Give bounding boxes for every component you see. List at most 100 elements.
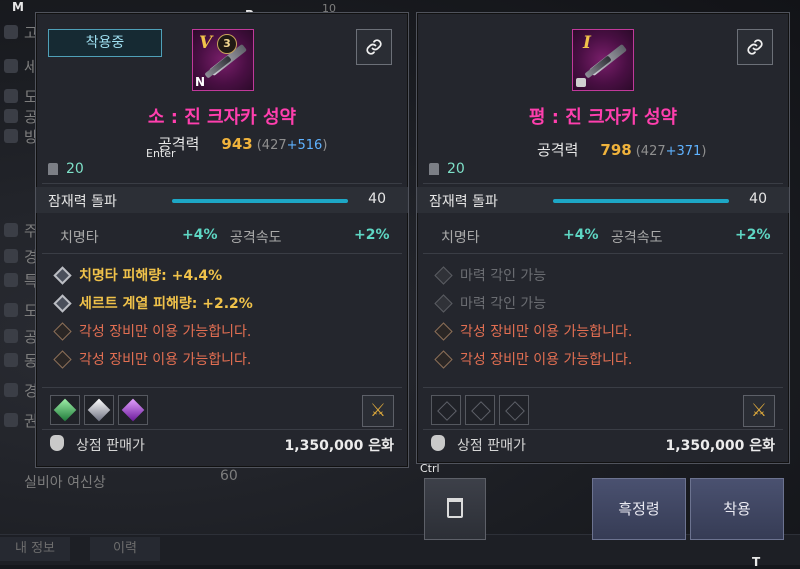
transcend-label: 잠재력 돌파 (429, 194, 498, 210)
purple-crystal-icon (121, 398, 145, 422)
bg-menu-icon (4, 89, 18, 103)
divider (42, 429, 402, 430)
black-spirit-button[interactable]: 흑정령 (592, 478, 686, 540)
crystal-slots (431, 395, 529, 425)
hotkey-m: M (12, 0, 24, 14)
attack-bonus: +371 (665, 144, 702, 159)
tier-label: V (199, 33, 213, 53)
bg-menu-icon (4, 383, 18, 397)
bg-silvia-value: 60 (220, 468, 238, 484)
hotkey-ctrl: Ctrl (420, 462, 440, 475)
weight-icon (429, 163, 439, 175)
option-text: 치명타 피해량: +4.4% (79, 268, 223, 284)
weapon-icon-detail (584, 55, 612, 79)
link-icon (747, 39, 763, 55)
hotkey-enter: Enter (146, 147, 176, 160)
crystal-slot[interactable] (465, 395, 495, 425)
bg-menu-icon (4, 249, 18, 263)
stat-atkspd-value: +2% (354, 227, 390, 243)
option-line: 각성 장비만 이용 가능합니다. (53, 321, 252, 341)
divider (42, 253, 402, 254)
option-line: 세르트 계열 피해량: +2.2% (53, 293, 253, 313)
crystal-slot[interactable] (50, 395, 80, 425)
divider (423, 429, 783, 430)
crossed-swords-icon[interactable]: ⚔ (362, 395, 394, 427)
stat-crit-value: +4% (563, 227, 599, 243)
price-label: 상점 판매가 (457, 438, 526, 454)
attack-row: 공격력 943 (427+516) (158, 133, 327, 154)
item-icon[interactable]: I (572, 29, 634, 91)
attack-bonus: +516 (286, 138, 323, 153)
crystal-slot[interactable] (499, 395, 529, 425)
option-line: 치명타 피해량: +4.4% (53, 265, 223, 285)
transcend-label: 잠재력 돌파 (48, 194, 117, 210)
money-bag-icon (50, 435, 64, 451)
weight-value: 20 (66, 161, 84, 177)
bg-menu-icon (4, 303, 18, 317)
option-text: 세르트 계열 피해량: +2.2% (79, 296, 253, 312)
attack-label: 공격력 (537, 141, 579, 159)
bg-silvia-label: 실비아 여신상 (24, 475, 106, 491)
weight-row: 20 (48, 161, 84, 177)
divider (423, 387, 783, 388)
transcend-value: 40 (368, 191, 386, 207)
crystal-slots (50, 395, 148, 425)
option-text: 각성 장비만 이용 가능합니다. (79, 324, 252, 340)
option-line: 마력 각인 가능 (434, 293, 547, 313)
crystal-slot[interactable] (431, 395, 461, 425)
attack-breakdown: (427+516) (256, 138, 328, 153)
item-name: 평 : 진 크자카 성약 (528, 107, 678, 128)
attack-base: 427 (640, 144, 666, 159)
divider (42, 387, 402, 388)
engrave-socket-icon (434, 293, 453, 313)
option-line: 마력 각인 가능 (434, 265, 546, 285)
link-button[interactable] (737, 29, 773, 65)
empty-socket-icon (53, 321, 72, 341)
divider (423, 253, 783, 254)
attack-value: 798 (600, 141, 632, 159)
transcend-bar (172, 199, 348, 203)
trash-icon (447, 498, 463, 518)
price-label: 상점 판매가 (76, 438, 145, 454)
bg-menu-icon (4, 413, 18, 427)
lock-icon (576, 78, 586, 87)
crystal-socket-icon (53, 265, 72, 285)
crystal-slot[interactable] (84, 395, 114, 425)
stat-atkspd-label: 공격속도 (230, 230, 282, 246)
equip-button[interactable]: 착용 (690, 478, 784, 540)
bg-menu-icon (4, 329, 18, 343)
green-crystal-icon (53, 398, 77, 422)
empty-gem-icon (471, 401, 491, 421)
bg-tab-history[interactable]: 이력 (90, 537, 160, 561)
option-line: 각성 장비만 이용 가능합니다. (434, 321, 633, 341)
tier-label: I (583, 33, 591, 53)
bg-tab-myinfo[interactable]: 내 정보 (0, 537, 70, 561)
hotkey-t: T (752, 555, 761, 569)
tooltip-equipped: 착용중 V 3 N 소 : 진 크자카 성약 공격력 943 (427+516) 2… (35, 12, 409, 468)
option-text: 마력 각인 가능 (460, 296, 547, 312)
crossed-swords-icon[interactable]: ⚔ (743, 395, 775, 427)
bg-menu-icon (4, 273, 18, 287)
attack-row: 공격력 798 (427+371) (537, 139, 706, 160)
item-icon[interactable]: V 3 N (192, 29, 254, 91)
price-value: 1,350,000 은화 (665, 438, 775, 454)
stat-atkspd-value: +2% (735, 227, 771, 243)
option-text: 각성 장비만 이용 가능합니다. (79, 352, 252, 368)
stat-crit-label: 치명타 (60, 230, 99, 246)
crystal-socket-icon (53, 293, 72, 313)
weight-icon (48, 163, 58, 175)
crystal-slot[interactable] (118, 395, 148, 425)
attack-base: 427 (261, 138, 287, 153)
engrave-socket-icon (434, 265, 453, 285)
stat-crit-value: +4% (182, 227, 218, 243)
empty-socket-icon (53, 349, 72, 369)
delete-button[interactable] (424, 478, 486, 540)
weapon-icon-detail (204, 55, 232, 79)
transcend-bar (553, 199, 729, 203)
stat-crit-label: 치명타 (441, 230, 480, 246)
transcend-value: 40 (749, 191, 767, 207)
divider (42, 183, 402, 184)
option-text: 각성 장비만 이용 가능합니다. (460, 324, 633, 340)
stat-atkspd-label: 공격속도 (611, 230, 663, 246)
link-button[interactable] (356, 29, 392, 65)
